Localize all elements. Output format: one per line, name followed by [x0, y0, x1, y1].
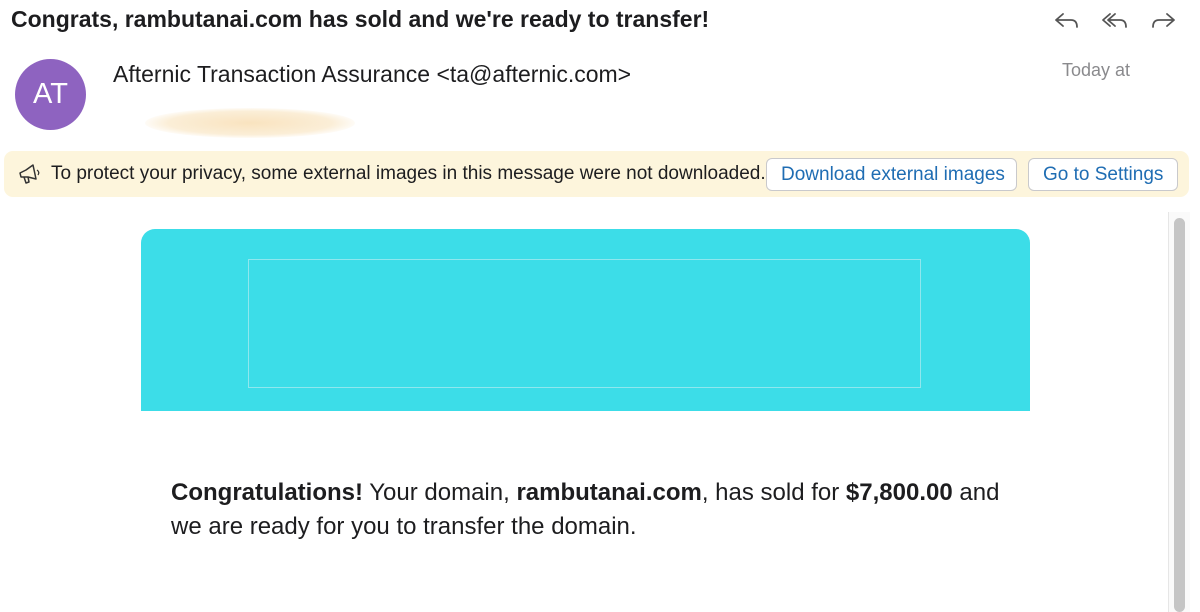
sender-avatar: AT: [15, 59, 86, 130]
email-body-text: Congratulations! Your domain, rambutanai…: [171, 476, 1011, 544]
privacy-notice-text: To protect your privacy, some external i…: [51, 163, 766, 184]
body-text-part-2: , has sold for: [701, 479, 846, 506]
sale-price: $7,800.00: [845, 479, 953, 506]
redaction-mark: [145, 108, 355, 138]
message-toolbar: [1050, 8, 1180, 34]
scrollbar[interactable]: [1168, 212, 1190, 612]
privacy-notice-bar: To protect your privacy, some external i…: [4, 151, 1189, 197]
email-subject: Congrats, rambutanai.com has sold and we…: [11, 6, 710, 32]
speaker-icon: [19, 164, 40, 184]
reply-all-button[interactable]: [1098, 8, 1132, 34]
blocked-image-placeholder: [248, 259, 921, 388]
download-external-images-button[interactable]: Download external images: [766, 158, 1017, 191]
go-to-settings-button[interactable]: Go to Settings: [1028, 158, 1178, 191]
body-text-part-1: Your domain,: [363, 479, 517, 506]
reply-all-icon: [1102, 13, 1127, 28]
congratulations-text: Congratulations!: [171, 479, 363, 506]
scrollbar-thumb[interactable]: [1174, 218, 1185, 612]
forward-button[interactable]: [1146, 8, 1180, 34]
domain-name: rambutanai.com: [516, 479, 702, 506]
sender-name[interactable]: Afternic Transaction Assurance <ta@after…: [113, 61, 631, 88]
reply-icon: [1055, 13, 1078, 28]
forward-icon: [1152, 13, 1175, 28]
reply-button[interactable]: [1050, 8, 1084, 34]
message-date: Today at: [1061, 60, 1130, 80]
email-banner: [141, 229, 1030, 411]
